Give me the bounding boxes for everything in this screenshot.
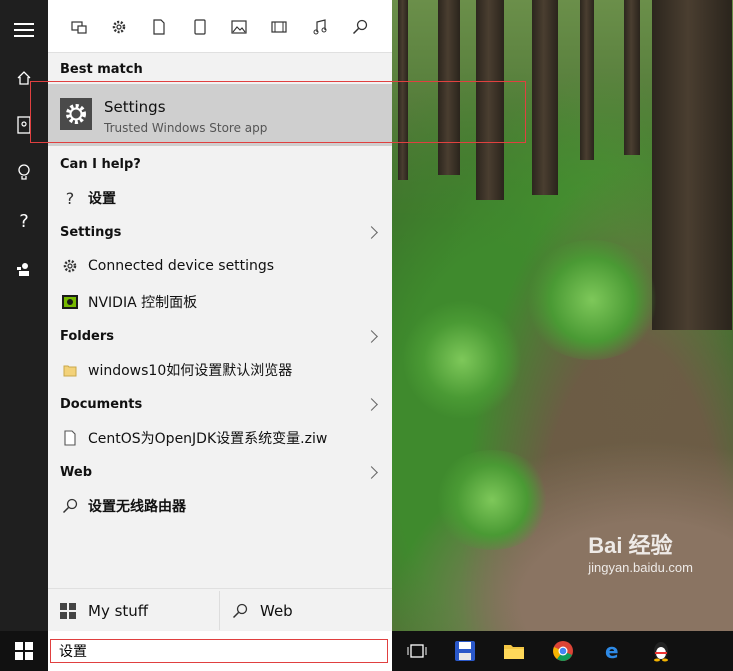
videos-icon[interactable] xyxy=(270,18,288,36)
help-icon[interactable]: ? xyxy=(0,197,48,245)
fern-plant xyxy=(522,240,662,360)
task-view-icon[interactable] xyxy=(404,639,430,663)
chrome-icon[interactable] xyxy=(550,639,576,663)
tree-trunk xyxy=(580,0,594,160)
file-explorer-icon[interactable] xyxy=(501,639,527,663)
web-item-label: 设置无线路由器 xyxy=(88,499,186,515)
settings-item-label: NVIDIA 控制面板 xyxy=(88,295,198,311)
web-result-item[interactable]: 设置无线路由器 xyxy=(48,491,392,521)
tree-trunk xyxy=(624,0,640,155)
search-icon xyxy=(232,603,248,619)
web-scope-button[interactable]: Web xyxy=(232,589,293,632)
phone-icon[interactable] xyxy=(191,18,209,36)
settings-heading[interactable]: Settings xyxy=(60,225,121,240)
baidu-watermark: Bai 经验 jingyan.baidu.com xyxy=(588,528,693,575)
feedback-icon[interactable] xyxy=(0,245,48,293)
folders-expand-chevron-icon[interactable] xyxy=(365,330,378,343)
documents-icon[interactable] xyxy=(150,18,168,36)
nvidia-icon xyxy=(58,295,82,309)
settings-result-item[interactable]: NVIDIA 控制面板 xyxy=(48,287,392,317)
fern-plant xyxy=(402,300,522,420)
windows-logo-icon xyxy=(60,602,76,619)
help-item[interactable]: ? 设置 xyxy=(48,183,392,213)
documents-expand-chevron-icon[interactable] xyxy=(365,398,378,411)
gear-icon xyxy=(58,258,82,274)
search-icon xyxy=(58,498,82,514)
document-item-label: CentOS为OpenJDK设置系统变量.ziw xyxy=(88,431,328,447)
lightbulb-icon[interactable] xyxy=(0,149,48,197)
search-input[interactable] xyxy=(50,639,388,663)
web-search-icon[interactable] xyxy=(351,18,369,36)
settings-item-label: Connected device settings xyxy=(88,258,275,274)
taskbar-search-box xyxy=(48,631,392,671)
edge-browser-icon[interactable]: e xyxy=(600,639,626,663)
my-stuff-button[interactable]: My stuff xyxy=(60,589,148,632)
tree-trunk xyxy=(652,0,732,330)
settings-expand-chevron-icon[interactable] xyxy=(365,226,378,239)
search-filter-bar xyxy=(48,0,392,53)
watermark-url: jingyan.baidu.com xyxy=(588,560,693,575)
settings-filter-icon[interactable] xyxy=(110,18,128,36)
photos-icon[interactable] xyxy=(230,18,248,36)
qq-penguin-icon[interactable] xyxy=(648,639,674,663)
search-scope-bar: My stuff Web xyxy=(48,588,392,632)
start-button[interactable] xyxy=(0,631,48,671)
web-scope-label: Web xyxy=(260,601,293,620)
apps-icon[interactable] xyxy=(70,18,88,36)
best-match-heading: Best match xyxy=(60,62,143,77)
svg-text:e: e xyxy=(605,641,619,661)
tree-trunk xyxy=(532,0,558,195)
highlight-annotation xyxy=(30,81,526,143)
hamburger-menu-icon[interactable] xyxy=(0,6,48,54)
taskbar: e xyxy=(0,631,733,671)
settings-result-item[interactable]: Connected device settings xyxy=(48,251,392,281)
folder-icon xyxy=(58,363,82,377)
folder-result-item[interactable]: windows10如何设置默认浏览器 xyxy=(48,355,392,385)
scope-divider xyxy=(219,591,220,630)
documents-heading[interactable]: Documents xyxy=(60,397,142,412)
watermark-brand: Bai 经验 xyxy=(588,533,673,558)
web-heading[interactable]: Web xyxy=(60,465,92,480)
folders-heading[interactable]: Folders xyxy=(60,329,114,344)
help-heading: Can I help? xyxy=(60,157,141,172)
fern-plant xyxy=(432,450,552,550)
help-item-label: 设置 xyxy=(88,191,116,207)
folder-item-label: windows10如何设置默认浏览器 xyxy=(88,363,293,379)
web-expand-chevron-icon[interactable] xyxy=(365,466,378,479)
document-result-item[interactable]: CentOS为OpenJDK设置系统变量.ziw xyxy=(48,423,392,453)
question-icon: ? xyxy=(65,188,75,208)
music-icon[interactable] xyxy=(311,18,329,36)
save-floppy-icon[interactable] xyxy=(452,639,478,663)
document-file-icon xyxy=(58,430,82,446)
my-stuff-label: My stuff xyxy=(88,601,149,620)
